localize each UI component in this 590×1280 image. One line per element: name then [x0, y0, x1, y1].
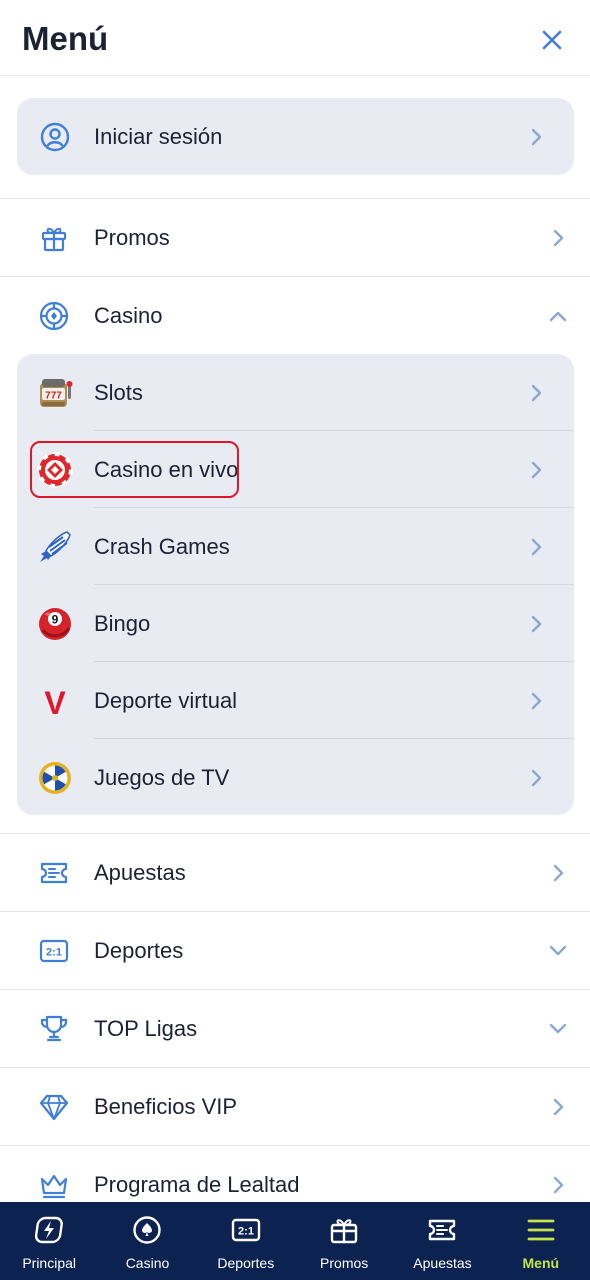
submenu-item-label: Crash Games	[94, 533, 230, 559]
tab-label: Promos	[320, 1255, 369, 1271]
chevron-right-icon	[549, 228, 569, 248]
fortune-wheel-icon	[37, 760, 73, 796]
header: Menú	[0, 0, 590, 76]
submenu-item-deporte-virtual[interactable]: V Deporte virtual	[0, 662, 590, 739]
submenu-item-casino-en-vivo[interactable]: Casino en vivo	[0, 431, 590, 508]
trophy-icon	[36, 1011, 72, 1047]
gift-icon	[36, 220, 72, 256]
chevron-right-icon	[527, 537, 547, 557]
user-circle-icon	[37, 119, 73, 155]
chevron-down-icon	[548, 941, 568, 961]
tab-label: Casino	[125, 1255, 170, 1271]
menu-item-label: Deportes	[94, 937, 184, 963]
scoreboard-icon: 2:1	[36, 933, 72, 969]
close-button[interactable]	[536, 24, 568, 56]
menu-item-top-ligas[interactable]: TOP Ligas	[0, 990, 590, 1067]
submenu-item-bingo[interactable]: 9 Bingo	[0, 585, 590, 662]
menu-item-label: Programa de Lealtad	[94, 1171, 300, 1197]
menu-item-promos[interactable]: Promos	[0, 199, 590, 276]
virtual-v-icon: V	[37, 683, 73, 719]
submenu-item-slots[interactable]: 777 Slots	[0, 354, 590, 431]
chevron-up-icon	[548, 306, 568, 326]
crown-icon	[36, 1167, 72, 1203]
submenu-item-label: Deporte virtual	[94, 687, 238, 713]
tab-label: Deportes	[217, 1255, 275, 1271]
svg-text:9: 9	[52, 612, 59, 626]
lightning-icon	[33, 1215, 65, 1245]
tab-label: Principal	[22, 1255, 77, 1271]
diamond-icon	[36, 1089, 72, 1125]
tab-label: Menú	[522, 1255, 560, 1271]
menu-item-label: Promos	[94, 224, 170, 250]
casino-chip-icon	[36, 298, 72, 334]
submenu-item-label: Slots	[94, 379, 143, 405]
menu-item-deportes[interactable]: 2:1 Deportes	[0, 912, 590, 989]
menu-item-label: Casino	[94, 302, 163, 328]
submenu-item-crash-games[interactable]: Crash Games	[0, 508, 590, 585]
chevron-right-icon	[527, 460, 547, 480]
poker-chip-icon	[37, 451, 73, 488]
submenu-item-label: Casino en vivo	[94, 456, 239, 482]
tab-apuestas[interactable]: Apuestas	[393, 1202, 491, 1280]
svg-text:2:1: 2:1	[238, 1226, 254, 1238]
casino-chip-icon	[131, 1215, 163, 1245]
login-label: Iniciar sesión	[94, 123, 223, 149]
ticket-icon	[36, 855, 72, 891]
tab-promos[interactable]: Promos	[295, 1202, 393, 1280]
gift-box-icon	[328, 1215, 360, 1245]
ticket-icon	[426, 1215, 458, 1245]
menu-item-beneficios-vip[interactable]: Beneficios VIP	[0, 1068, 590, 1145]
menu-item-apuestas[interactable]: Apuestas	[0, 834, 590, 911]
chevron-down-icon	[548, 1019, 568, 1039]
scoreboard-icon: 2:1	[230, 1215, 262, 1245]
tab-label: Apuestas	[413, 1255, 472, 1271]
chevron-right-icon	[549, 1175, 569, 1195]
chevron-right-icon	[527, 768, 547, 788]
chevron-right-icon	[527, 614, 547, 634]
svg-text:V: V	[44, 685, 66, 719]
chevron-right-icon	[527, 383, 547, 403]
svg-text:2:1: 2:1	[46, 946, 62, 958]
svg-text:777: 777	[45, 390, 62, 401]
hamburger-menu-icon	[525, 1215, 557, 1245]
menu-item-label: TOP Ligas	[94, 1015, 198, 1041]
menu-item-casino[interactable]: Casino	[0, 277, 590, 354]
slot-machine-icon: 777	[37, 375, 73, 411]
bingo-ball-icon: 9	[37, 606, 73, 642]
chevron-right-icon	[549, 863, 569, 883]
menu-item-label: Apuestas	[94, 859, 186, 885]
tab-principal[interactable]: Principal	[0, 1202, 98, 1280]
tab-menu[interactable]: Menú	[492, 1202, 590, 1280]
rocket-icon	[37, 529, 73, 565]
chevron-right-icon	[527, 691, 547, 711]
menu-item-label: Beneficios VIP	[94, 1093, 238, 1119]
page-title: Menú	[22, 20, 109, 57]
submenu-item-label: Bingo	[94, 610, 151, 636]
login-row[interactable]: Iniciar sesión	[0, 98, 590, 175]
chevron-right-icon	[549, 1097, 569, 1117]
bottom-tab-bar: Principal Casino 2:1 Deportes Promos Apu…	[0, 1202, 590, 1280]
tab-deportes[interactable]: 2:1 Deportes	[197, 1202, 295, 1280]
chevron-right-icon	[527, 127, 547, 147]
submenu-item-label: Juegos de TV	[94, 764, 230, 790]
submenu-item-juegos-tv[interactable]: Juegos de TV	[0, 739, 590, 816]
close-icon	[542, 30, 562, 50]
tab-casino[interactable]: Casino	[98, 1202, 196, 1280]
